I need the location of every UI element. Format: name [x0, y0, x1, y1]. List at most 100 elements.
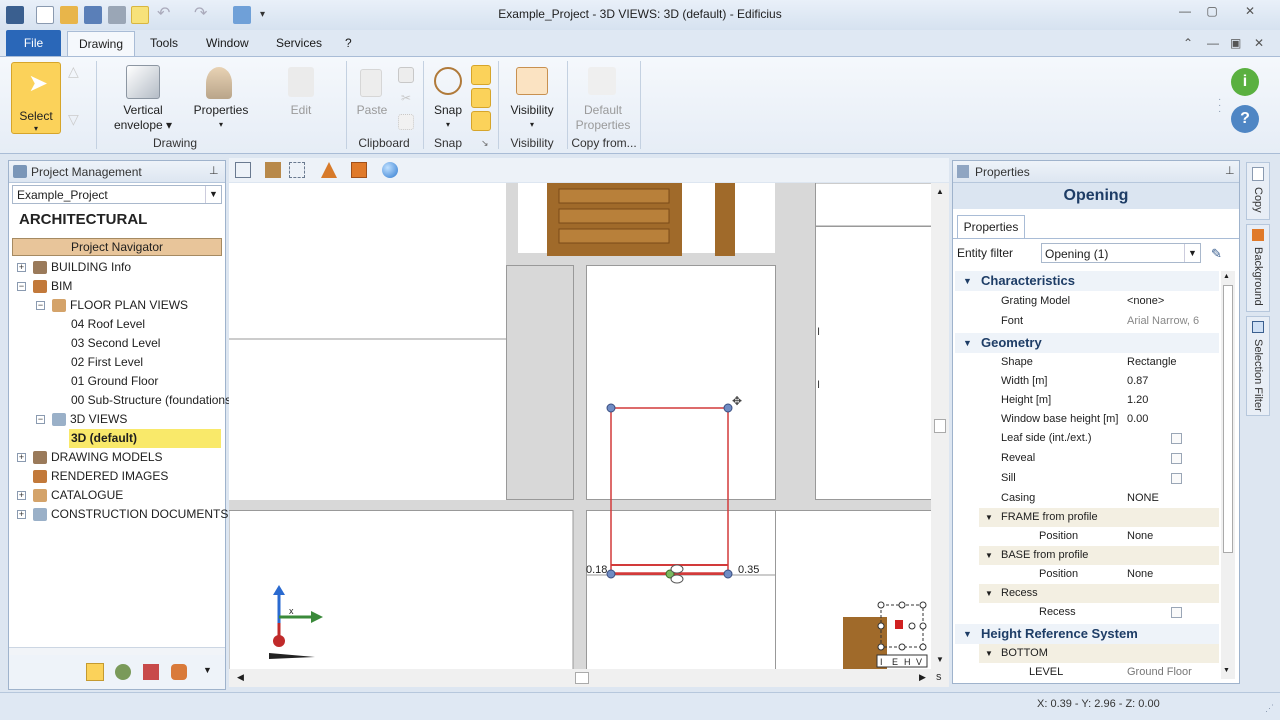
vertical-envelope-icon[interactable] — [126, 65, 160, 99]
ribbon-collapse-icon[interactable]: ⌃ — [1183, 36, 1193, 50]
prop-height[interactable]: Height [m] 1.20 — [979, 391, 1219, 410]
doc-restore-icon[interactable]: ▣ — [1230, 36, 1241, 50]
collapse-icon[interactable]: − — [36, 415, 45, 424]
prop-frame-position[interactable]: Position None — [979, 527, 1219, 546]
default-properties-button[interactable]: Default Properties — [570, 103, 636, 133]
pin-icon[interactable]: ⊥ — [209, 164, 219, 177]
prop-casing[interactable]: Casing NONE — [979, 489, 1219, 508]
tree-item[interactable]: 02 First Level — [9, 353, 223, 372]
paste-special-icon[interactable] — [398, 114, 414, 130]
leaf-side-checkbox[interactable] — [1171, 433, 1182, 444]
file-menu-button[interactable]: File — [6, 30, 61, 56]
project-navigator-button[interactable]: Project Navigator — [12, 238, 222, 256]
copy-icon[interactable] — [398, 67, 414, 83]
property-grid-scrollbar[interactable]: ▲ ▼ — [1221, 271, 1235, 679]
collapse-icon[interactable]: − — [17, 282, 26, 291]
zoom-window-icon[interactable] — [289, 162, 305, 178]
snap-grid-icon[interactable] — [471, 111, 491, 131]
resize-grip-icon[interactable]: ⋰ — [1265, 703, 1274, 714]
tab-selection-filter[interactable]: Selection Filter — [1246, 316, 1270, 416]
recess-checkbox[interactable] — [1171, 607, 1182, 618]
expand-icon[interactable]: + — [17, 491, 26, 500]
axis-gizmo[interactable]: x — [269, 585, 323, 659]
collapse-icon[interactable]: − — [36, 301, 45, 310]
properties-icon[interactable] — [206, 67, 232, 99]
project-select[interactable]: Example_Project ▼ — [12, 185, 222, 204]
tree-item[interactable]: 04 Roof Level — [9, 315, 223, 334]
subsection-bottom[interactable]: ▼ BOTTOM — [979, 644, 1219, 663]
ribbon-overflow-icon[interactable]: · · · — [1218, 95, 1221, 117]
section-height-reference[interactable]: ▼ Height Reference System — [955, 624, 1219, 644]
paste-button[interactable]: Paste — [350, 103, 394, 118]
dimension-right[interactable]: 0.35 — [738, 564, 759, 576]
chevron-down-icon[interactable]: ▼ — [205, 186, 221, 203]
help-icon[interactable]: ? — [1231, 105, 1259, 133]
plan-drawing[interactable]: I I 0.18 0.35 ✥ x I E H V — [229, 183, 931, 669]
render-sphere-icon[interactable] — [382, 162, 398, 178]
sill-checkbox[interactable] — [1171, 473, 1182, 484]
visibility-button[interactable]: Visibility — [502, 103, 562, 118]
scroll-down-icon[interactable]: ▼ — [1223, 667, 1230, 674]
prop-shape[interactable]: Shape Rectangle — [979, 353, 1219, 372]
entity-filter-select[interactable]: Opening (1) ▼ — [1041, 243, 1201, 263]
tree-item[interactable]: + DRAWING MODELS — [9, 448, 223, 467]
canvas-hscroll[interactable]: ◀ ▶ s — [229, 669, 949, 687]
tree-item[interactable]: 01 Ground Floor — [9, 372, 223, 391]
prop-grating-model[interactable]: Grating Model <none> — [979, 292, 1219, 311]
subsection-recess[interactable]: ▼ Recess — [979, 584, 1219, 603]
tree-item[interactable]: − FLOOR PLAN VIEWS — [9, 296, 223, 315]
prop-level[interactable]: LEVEL Ground Floor — [979, 663, 1219, 679]
reveal-checkbox[interactable] — [1171, 453, 1182, 464]
cut-icon[interactable]: ✂ — [398, 91, 414, 107]
textures-icon[interactable] — [265, 162, 281, 178]
menu-tools[interactable]: Tools — [150, 36, 178, 50]
filter-edit-icon[interactable]: ✎ — [1211, 246, 1229, 262]
fit-view-icon[interactable] — [235, 162, 251, 178]
edit-button[interactable]: Edit — [275, 103, 327, 118]
expand-icon[interactable]: + — [17, 263, 26, 272]
tree-hscroll[interactable] — [9, 647, 225, 655]
tab-properties[interactable]: Properties — [957, 215, 1025, 238]
section-cut-icon[interactable] — [321, 162, 337, 178]
snap-icon[interactable] — [434, 67, 462, 95]
tree-item[interactable]: + BUILDING Info — [9, 258, 223, 277]
scroll-corner-label[interactable]: s — [936, 671, 942, 683]
vertical-envelope-button[interactable]: Vertical envelope ▾ — [104, 103, 182, 133]
snap-dialog-launcher-icon[interactable]: ↘ — [481, 138, 489, 149]
visibility-icon[interactable] — [516, 67, 548, 95]
doc-close-icon[interactable]: ✕ — [1254, 36, 1264, 50]
chevron-down-icon[interactable]: ▼ — [1184, 244, 1200, 262]
tab-drawing[interactable]: Drawing — [67, 31, 135, 57]
scroll-right-icon[interactable]: ▶ — [919, 672, 926, 683]
tree-item[interactable]: − BIM — [9, 277, 223, 296]
navigator-view-icon[interactable] — [86, 663, 104, 681]
prop-sill[interactable]: Sill — [979, 469, 1219, 488]
tab-background[interactable]: Background — [1246, 224, 1270, 312]
minimize-button[interactable]: — — [1172, 2, 1198, 20]
section-characteristics[interactable]: ▼ Characteristics — [955, 271, 1219, 291]
prop-base-position[interactable]: Position None — [979, 565, 1219, 584]
dimension-left[interactable]: 0.18 — [586, 564, 607, 576]
move-up-icon[interactable]: △ — [68, 63, 79, 80]
tree-item[interactable]: + CATALOGUE — [9, 486, 223, 505]
expand-icon[interactable]: + — [17, 510, 26, 519]
prop-font[interactable]: Font Arial Narrow, 6 — [979, 312, 1219, 331]
subsection-base[interactable]: ▼ BASE from profile — [979, 546, 1219, 565]
section-geometry[interactable]: ▼ Geometry — [955, 333, 1219, 353]
snap-line-icon[interactable] — [471, 88, 491, 108]
drawing-canvas[interactable]: I I 0.18 0.35 ✥ x I E H V — [229, 183, 931, 669]
tree-item[interactable]: 00 Sub-Structure (foundations) — [9, 391, 235, 410]
selected-opening[interactable] — [606, 403, 733, 584]
menu-window[interactable]: Window — [206, 36, 249, 50]
prop-window-base-height[interactable]: Window base height [m] 0.00 — [979, 410, 1219, 429]
tree-item[interactable]: 3D (default) — [9, 429, 223, 448]
vscroll-thumb[interactable] — [934, 419, 946, 433]
maximize-button[interactable]: ▢ — [1199, 2, 1225, 20]
scroll-down-icon[interactable]: ▼ — [936, 655, 944, 664]
snap-button[interactable]: Snap — [426, 103, 470, 118]
info-icon[interactable]: i — [1231, 68, 1259, 96]
property-scroll-thumb[interactable] — [1223, 285, 1233, 553]
more-options-icon[interactable]: ▼ — [203, 665, 212, 675]
tree-item[interactable]: + CONSTRUCTION DOCUMENTS SET — [9, 505, 255, 524]
hscroll-thumb[interactable] — [575, 672, 589, 684]
